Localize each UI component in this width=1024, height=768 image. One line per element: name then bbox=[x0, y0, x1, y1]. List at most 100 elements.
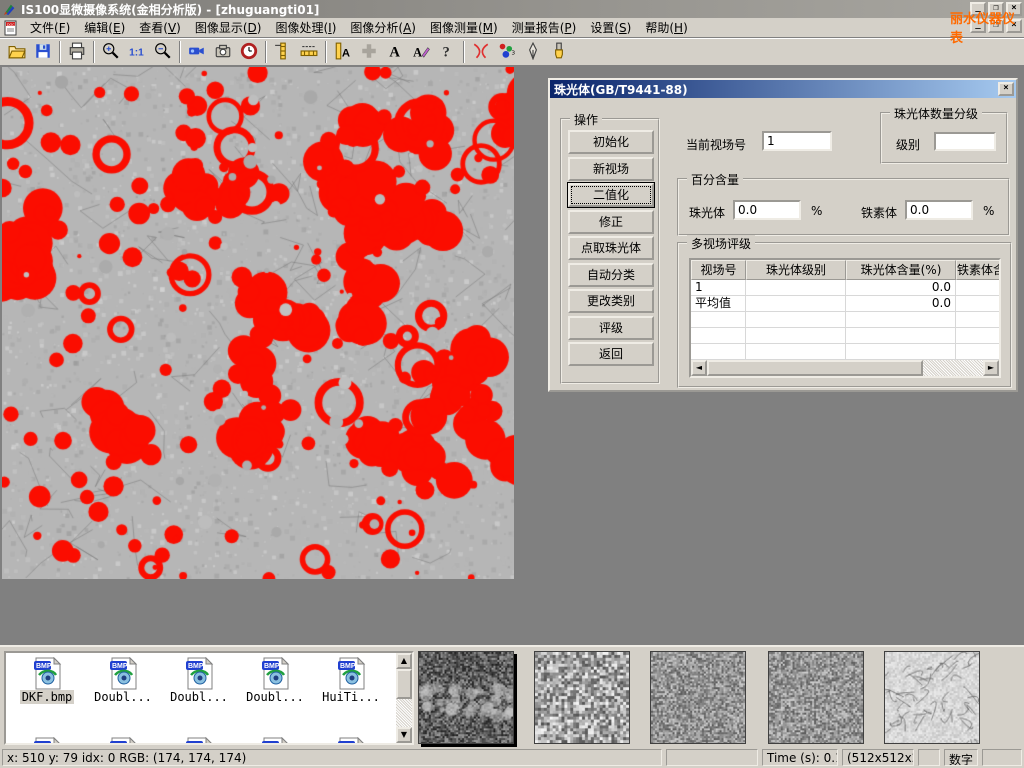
scroll-down-button[interactable]: ▼ bbox=[396, 727, 412, 743]
file-item-HuiTi[interactable]: BMPHuiTi... bbox=[314, 657, 388, 704]
print-button[interactable] bbox=[64, 40, 90, 64]
curve-tool-button[interactable] bbox=[468, 40, 494, 64]
menu-item-2[interactable]: 查看(V) bbox=[132, 17, 188, 38]
menu-item-1[interactable]: 编辑(E) bbox=[77, 17, 132, 38]
table-cell bbox=[746, 344, 846, 360]
menu-item-9[interactable]: 帮助(H) bbox=[638, 17, 694, 38]
level-input[interactable] bbox=[934, 132, 996, 151]
classify-button[interactable]: 3 bbox=[494, 40, 520, 64]
file-item-Doubl[interactable]: BMPDoubl... bbox=[86, 657, 160, 704]
file-list-scrollbar[interactable]: ▲ ▼ bbox=[396, 653, 412, 743]
annotate-button[interactable]: A bbox=[408, 40, 434, 64]
image-thumbnail-4[interactable] bbox=[768, 651, 864, 744]
table-header-3[interactable]: 铁素体含量(%) bbox=[956, 260, 1001, 280]
table-row-2[interactable] bbox=[691, 312, 999, 328]
pearlite-percent-input[interactable] bbox=[733, 200, 801, 220]
file-name[interactable]: Doubl... bbox=[168, 690, 230, 704]
op-button-2[interactable]: 二值化 bbox=[568, 183, 654, 207]
file-item-row2-3[interactable]: BMP bbox=[238, 737, 312, 745]
op-button-6[interactable]: 更改类别 bbox=[568, 289, 654, 313]
table-row-1[interactable]: 平均值0.0 bbox=[691, 296, 999, 312]
file-item-row2-2[interactable]: BMP bbox=[162, 737, 236, 745]
scroll-right-button[interactable]: ► bbox=[983, 360, 999, 376]
caliper-button[interactable] bbox=[270, 40, 296, 64]
table-header-0[interactable]: 视场号 bbox=[691, 260, 746, 280]
file-item-DKFbmp[interactable]: BMPDKF.bmp bbox=[10, 657, 84, 704]
zoom-in-button[interactable] bbox=[98, 40, 124, 64]
rating-table[interactable]: 视场号珠光体级别珠光体含量(%)铁素体含量(%)10.0平均值0.0◄► bbox=[689, 258, 1001, 378]
restore-button[interactable]: ❐ bbox=[988, 2, 1004, 16]
menu-item-6[interactable]: 图像测量(M) bbox=[423, 17, 505, 38]
ruler-button[interactable] bbox=[296, 40, 322, 64]
file-item-row2-1[interactable]: BMP bbox=[86, 737, 160, 745]
menu-item-7[interactable]: 测量报告(P) bbox=[505, 17, 584, 38]
hand-pen-icon bbox=[524, 42, 542, 63]
file-name[interactable]: Doubl... bbox=[244, 690, 306, 704]
minimize-button[interactable]: _ bbox=[970, 2, 986, 16]
op-button-5[interactable]: 自动分类 bbox=[568, 263, 654, 287]
menu-item-5[interactable]: 图像分析(A) bbox=[343, 17, 423, 38]
file-name[interactable]: DKF.bmp bbox=[20, 690, 75, 704]
bmp-file-icon: BMP bbox=[183, 737, 216, 745]
brush-button[interactable] bbox=[546, 40, 572, 64]
table-cell bbox=[746, 280, 846, 296]
image-thumbnail-1[interactable] bbox=[418, 651, 514, 744]
op-button-3[interactable]: 修正 bbox=[568, 210, 654, 234]
svg-text:BMP: BMP bbox=[340, 743, 356, 745]
menu-item-3[interactable]: 图像显示(D) bbox=[188, 17, 269, 38]
menu-item-8[interactable]: 设置(S) bbox=[583, 17, 638, 38]
scroll-up-button[interactable]: ▲ bbox=[396, 653, 412, 669]
measure-text-button[interactable]: A bbox=[330, 40, 356, 64]
file-name[interactable]: HuiTi... bbox=[320, 690, 382, 704]
table-row-3[interactable] bbox=[691, 328, 999, 344]
table-header-1[interactable]: 珠光体级别 bbox=[746, 260, 846, 280]
table-hscrollbar[interactable]: ◄► bbox=[691, 360, 999, 376]
current-field-input[interactable] bbox=[762, 131, 832, 151]
image-thumbnail-5[interactable] bbox=[884, 651, 980, 744]
help-button[interactable]: ? bbox=[434, 40, 460, 64]
table-row-4[interactable] bbox=[691, 344, 999, 360]
video-capture-button[interactable] bbox=[184, 40, 210, 64]
scroll-left-button[interactable]: ◄ bbox=[691, 360, 707, 376]
file-item-Doubl[interactable]: BMPDoubl... bbox=[238, 657, 312, 704]
menu-item-4[interactable]: 图像处理(I) bbox=[268, 17, 343, 38]
op-button-7[interactable]: 评级 bbox=[568, 316, 654, 340]
open-file-button[interactable] bbox=[4, 40, 30, 64]
mdi-close-button[interactable]: × bbox=[1006, 19, 1022, 33]
grid-button[interactable] bbox=[356, 40, 382, 64]
hscrollbar-thumb[interactable] bbox=[707, 360, 923, 376]
close-button[interactable]: × bbox=[1006, 2, 1022, 16]
op-button-4[interactable]: 点取珠光体 bbox=[568, 236, 654, 260]
mdi-restore-button[interactable]: ❐ bbox=[988, 19, 1004, 33]
op-button-8[interactable]: 返回 bbox=[568, 342, 654, 366]
mdi-minimize-button[interactable]: _ bbox=[970, 19, 986, 33]
text-label-button[interactable]: A bbox=[382, 40, 408, 64]
document-icon[interactable]: DOC bbox=[3, 20, 19, 36]
dialog-titlebar[interactable]: 珠光体(GB/T9441-88) × bbox=[550, 80, 1016, 98]
image-thumbnail-2[interactable] bbox=[534, 651, 630, 744]
op-button-0[interactable]: 初始化 bbox=[568, 130, 654, 154]
ferrite-percent-input[interactable] bbox=[905, 200, 973, 220]
timer-button[interactable] bbox=[236, 40, 262, 64]
app-logo-icon bbox=[2, 2, 18, 16]
file-item-row2-0[interactable]: BMP bbox=[10, 737, 84, 745]
pearlite-dialog: 珠光体(GB/T9441-88) × 操作 初始化新视场二值化修正点取珠光体自动… bbox=[548, 78, 1018, 392]
op-button-1[interactable]: 新视场 bbox=[568, 157, 654, 181]
zoom-out-button[interactable] bbox=[150, 40, 176, 64]
file-item-row2-4[interactable]: BMP bbox=[314, 737, 388, 745]
file-item-Doubl[interactable]: BMPDoubl... bbox=[162, 657, 236, 704]
hand-pen-button[interactable] bbox=[520, 40, 546, 64]
snapshot-button[interactable] bbox=[210, 40, 236, 64]
save-button[interactable] bbox=[30, 40, 56, 64]
file-name[interactable]: Doubl... bbox=[92, 690, 154, 704]
file-listbox[interactable]: ▲ ▼ BMPDKF.bmpBMPDoubl...BMPDoubl...BMPD… bbox=[4, 651, 414, 745]
image-thumbnail-3[interactable] bbox=[650, 651, 746, 744]
scrollbar-thumb[interactable] bbox=[396, 669, 412, 699]
metallographic-image-canvas[interactable] bbox=[2, 67, 514, 579]
dialog-close-button[interactable]: × bbox=[998, 82, 1014, 96]
table-header-2[interactable]: 珠光体含量(%) bbox=[846, 260, 956, 280]
table-row-0[interactable]: 10.0 bbox=[691, 280, 999, 296]
actual-size-button[interactable]: 1:1 bbox=[124, 40, 150, 64]
menu-item-0[interactable]: 文件(F) bbox=[23, 17, 77, 38]
table-cell bbox=[956, 344, 1001, 360]
